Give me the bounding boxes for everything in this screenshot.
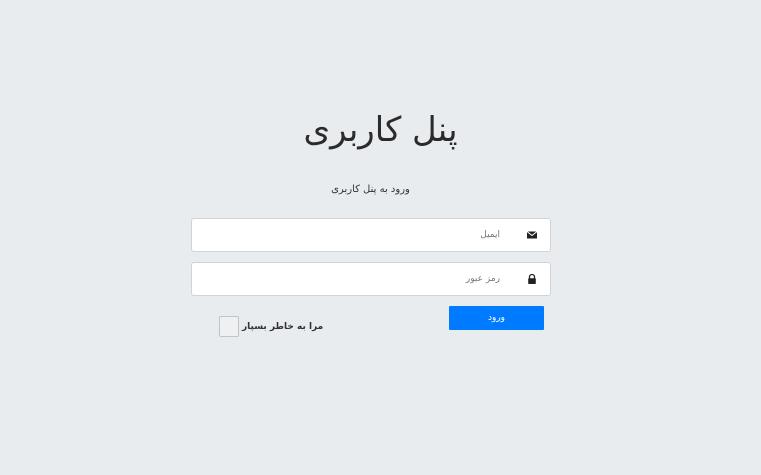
password-input[interactable] [200,263,500,295]
remember-label: مرا به خاطر بسپار [242,321,324,332]
email-field[interactable] [191,218,551,252]
login-button[interactable]: ورود [449,306,544,330]
remember-checkbox[interactable] [219,316,239,337]
login-page: پنل کاربری ورود به پنل کاربری ورود مرا ب… [0,0,761,475]
password-field[interactable] [191,262,551,296]
lock-icon [528,273,536,284]
page-title: پنل کاربری [303,110,458,150]
remember-me[interactable]: مرا به خاطر بسپار [219,315,323,338]
envelope-icon [526,231,538,239]
email-input[interactable] [200,219,500,251]
page-subtitle: ورود به پنل کاربری [331,184,410,195]
